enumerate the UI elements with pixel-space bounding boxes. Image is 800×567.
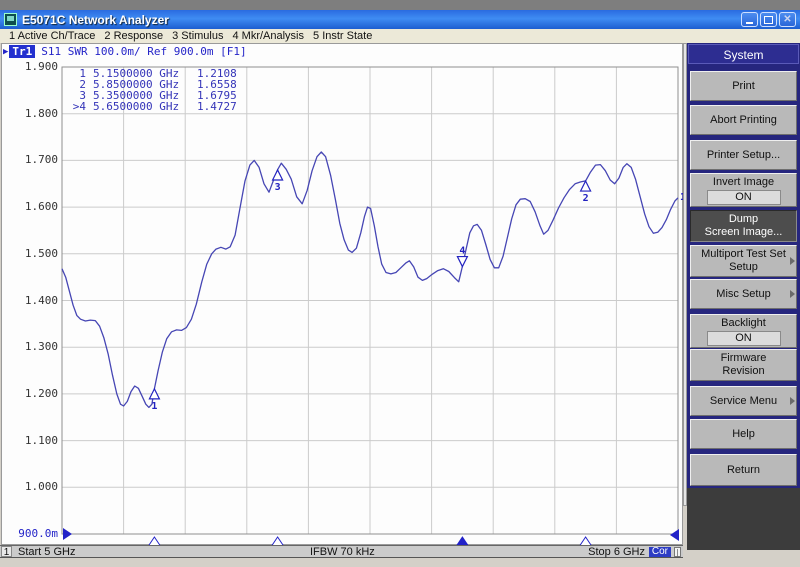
y-axis-label: 1.400 <box>12 294 58 307</box>
menu-mkr-analysis[interactable]: 4 Mkr/Analysis <box>232 30 304 42</box>
ifbw-label: IFBW 70 kHz <box>310 546 375 558</box>
softkey-abort-printing[interactable]: Abort Printing <box>690 105 797 135</box>
menu-bar: 1 Active Ch/Trace 2 Response 3 Stimulus … <box>0 29 800 44</box>
window-title: E5071C Network Analyzer <box>22 13 169 27</box>
menu-stimulus[interactable]: 3 Stimulus <box>172 30 223 42</box>
softkey-label: Misc Setup <box>716 288 770 301</box>
softkey-return[interactable]: Return <box>690 454 797 486</box>
softkey-label: Multiport Test Set <box>701 248 786 261</box>
softkey-menu-title: System <box>688 44 799 64</box>
active-trace-arrow-icon: ▶ <box>3 47 8 57</box>
softkey-label: Setup <box>729 261 758 274</box>
softkey-backlight[interactable]: Backlight ON <box>690 314 797 348</box>
softkey-state-value: ON <box>707 331 781 346</box>
marker-number: 2 <box>583 193 589 204</box>
trace-format-text: S11 SWR 100.0m/ Ref 900.0m [F1] <box>41 45 246 58</box>
start-frequency-label: Start 5 GHz <box>18 546 75 558</box>
status-bar: 1 Start 5 GHz IFBW 70 kHz Stop 6 GHz Cor… <box>0 545 683 558</box>
reference-level-icon <box>63 528 72 540</box>
y-axis-label: 1.900 <box>12 60 58 73</box>
softkey-printer-setup[interactable]: Printer Setup... <box>690 140 797 170</box>
marker-number: 4 <box>459 246 465 257</box>
marker-number: 3 <box>275 182 281 193</box>
softkey-panel-edge <box>683 43 687 506</box>
analyzer-screen: E5071C Network Analyzer ✕ 1 Active Ch/Tr… <box>0 0 800 567</box>
softkey-label: Print <box>732 80 755 93</box>
close-button[interactable]: ✕ <box>779 12 796 27</box>
y-axis-label: 1.000 <box>12 480 58 493</box>
submenu-arrow-icon <box>790 290 795 298</box>
marker-row-active: >4 5.6500000 GHz 1.4727 <box>62 101 247 112</box>
top-border-strip <box>0 0 800 10</box>
softkey-panel: System Print Abort Printing Printer Setu… <box>683 43 800 558</box>
marker-glyph <box>273 170 283 180</box>
softkey-label: Revision <box>722 365 764 378</box>
softkey-multiport-test-set-setup[interactable]: Multiport Test Set Setup <box>690 245 797 277</box>
y-axis-label: 1.800 <box>12 107 58 120</box>
app-icon <box>4 13 17 26</box>
menu-response[interactable]: 2 Response <box>104 30 163 42</box>
submenu-arrow-icon <box>790 397 795 405</box>
stop-frequency-label: Stop 6 GHz <box>588 546 645 558</box>
softkey-service-menu[interactable]: Service Menu <box>690 386 797 416</box>
softkey-label: Printer Setup... <box>707 149 780 162</box>
y-axis-label: 1.100 <box>12 434 58 447</box>
softkey-print[interactable]: Print <box>690 71 797 101</box>
softkey-dump-screen-image[interactable]: Dump Screen Image... <box>690 210 797 242</box>
status-grip: | <box>674 547 681 557</box>
restore-button[interactable] <box>760 12 777 27</box>
submenu-arrow-icon <box>790 257 795 265</box>
title-bar: E5071C Network Analyzer ✕ <box>0 10 800 29</box>
y-axis-label: 1.300 <box>12 340 58 353</box>
y-axis-label: 1.700 <box>12 153 58 166</box>
marker-glyph-active <box>457 257 467 267</box>
channel-number-box: 1 <box>1 546 12 557</box>
marker-value: 1.4727 <box>197 101 247 112</box>
trace-tag[interactable]: Tr1 <box>9 45 35 58</box>
softkey-state-value: ON <box>707 190 781 205</box>
marker-number: 1 <box>151 401 157 412</box>
y-axis-label: 1.500 <box>12 247 58 260</box>
softkey-label: Backlight <box>721 317 766 330</box>
softkey-misc-setup[interactable]: Misc Setup <box>690 279 797 309</box>
marker-readout-table: 1 5.1500000 GHz 1.2108 2 5.8500000 GHz 1… <box>62 68 247 112</box>
y-axis-label: 1.200 <box>12 387 58 400</box>
menu-instr-state[interactable]: 5 Instr State <box>313 30 372 42</box>
marker-index: >4 <box>62 101 86 112</box>
swr-trace-chart: 11234 <box>0 43 683 549</box>
softkey-label: Help <box>732 428 755 441</box>
reference-level-label: 900.0m <box>12 527 58 540</box>
softkey-label: Firmware <box>721 352 767 365</box>
softkey-label: Invert Image <box>713 176 774 189</box>
softkey-help[interactable]: Help <box>690 419 797 449</box>
softkey-panel-footer <box>687 488 800 550</box>
menu-active-ch-trace[interactable]: 1 Active Ch/Trace <box>9 30 95 42</box>
right-edge-marker-icon <box>670 529 679 541</box>
y-axis-label: 1.600 <box>12 200 58 213</box>
softkey-label: Dump <box>729 213 758 226</box>
softkey-invert-image[interactable]: Invert Image ON <box>690 173 797 207</box>
softkey-label: Abort Printing <box>710 114 777 127</box>
softkey-label: Screen Image... <box>705 226 783 239</box>
marker-glyph <box>581 181 591 191</box>
minimize-button[interactable] <box>741 12 758 27</box>
softkey-firmware-revision[interactable]: Firmware Revision <box>690 349 797 381</box>
softkey-label: Return <box>727 464 760 477</box>
softkey-label: Service Menu <box>710 395 777 408</box>
marker-frequency: 5.6500000 GHz <box>93 101 197 112</box>
correction-status-badge: Cor <box>649 547 671 557</box>
trace-header: ▶ Tr1 S11 SWR 100.0m/ Ref 900.0m [F1] <box>3 45 247 58</box>
